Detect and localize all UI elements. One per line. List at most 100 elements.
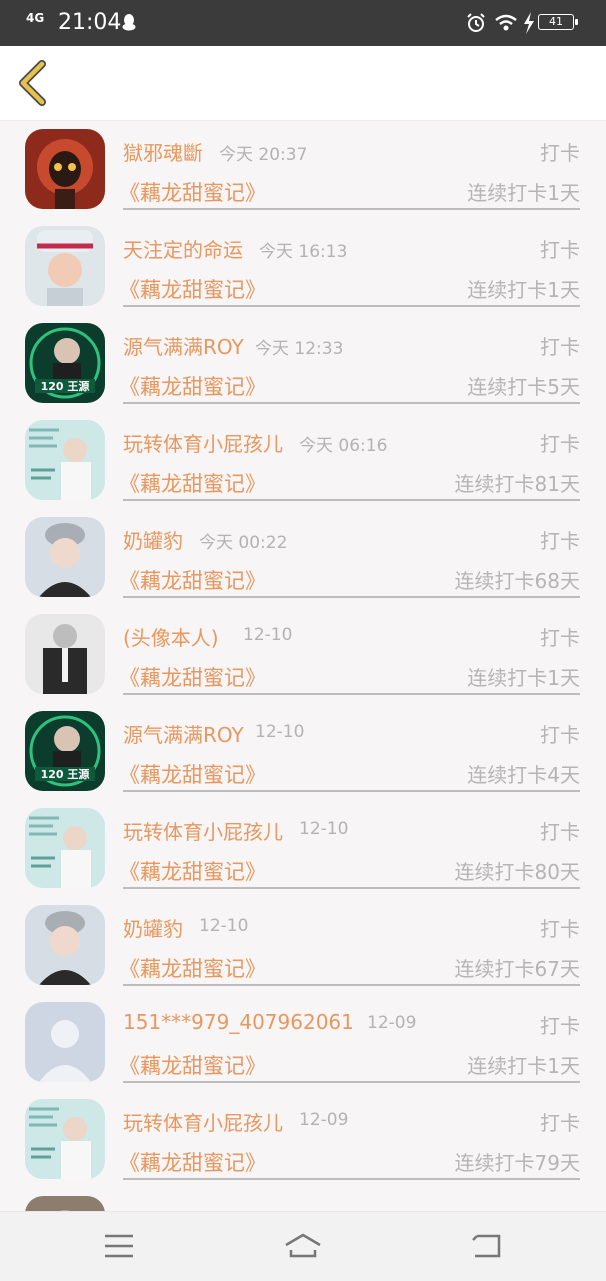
book-title-link[interactable]: 《藕龙甜蜜记》 — [119, 565, 266, 595]
book-title-link[interactable]: 《藕龙甜蜜记》 — [119, 177, 266, 207]
checkin-time: 今天 06:16 — [299, 436, 388, 456]
book-title-link[interactable]: 《藕龙甜蜜记》 — [119, 274, 266, 304]
user-avatar[interactable] — [25, 517, 105, 597]
row-divider — [123, 887, 580, 889]
avatar-green-poster: 120 王源 — [25, 711, 105, 791]
checkin-list-item[interactable]: 151***979_407962061 12-09 打卡《藕龙甜蜜记》 连续打卡1天 — [0, 994, 606, 1091]
streak-count: 连续打卡1天 — [467, 666, 580, 690]
book-title-link[interactable]: 《藕龙甜蜜记》 — [119, 953, 266, 983]
checkin-time: 12-10 — [243, 625, 293, 645]
status-time: 21:04 — [58, 10, 122, 35]
user-avatar[interactable] — [25, 905, 105, 985]
streak-count: 连续打卡1天 — [467, 181, 580, 205]
avatar-default — [25, 1002, 105, 1082]
user-avatar[interactable] — [25, 1002, 105, 1082]
checkin-time: 12-10 — [299, 819, 349, 839]
streak-count: 连续打卡68天 — [454, 569, 580, 593]
checkin-list[interactable]: 獄邪魂斷 今天 20:37 打卡 《藕龙甜蜜记》 连续打卡1天 天注定的命运 今天 16:1… — [0, 121, 606, 1211]
checkin-time: 12-09 — [299, 1110, 349, 1130]
user-avatar[interactable] — [25, 420, 105, 500]
checkin-list-item[interactable]: 玩转体育小屁孩儿 12-10 打卡《藕龙甜蜜记》 连续打卡80天 — [0, 800, 606, 897]
checkin-action-label: 打卡 — [540, 1014, 580, 1038]
checkin-list-item[interactable]: 玩转体育小屁孩儿 12-09 打卡《藕龙甜蜜记》 连续打卡79天 — [0, 1091, 606, 1188]
checkin-list-item[interactable]: 天注定的命运 今天 16:13 打卡 《藕龙甜蜜记》 连续打卡1天 — [0, 218, 606, 315]
user-name[interactable]: (头像本人) — [123, 622, 219, 651]
checkin-action-label: 打卡 — [540, 335, 580, 359]
user-name[interactable]: 奶罐豹 — [123, 913, 183, 942]
user-avatar[interactable] — [25, 808, 105, 888]
user-avatar[interactable] — [25, 614, 105, 694]
user-name[interactable]: 玩转体育小屁孩儿 — [123, 1107, 283, 1136]
user-name[interactable]: 天注定的命运 — [123, 234, 243, 263]
user-avatar[interactable] — [25, 1099, 105, 1179]
row-divider — [123, 402, 580, 404]
alarm-icon — [467, 13, 485, 32]
charging-icon — [524, 12, 534, 34]
menu-icon[interactable] — [99, 1228, 139, 1264]
checkin-time: 今天 12:33 — [255, 339, 344, 359]
checkin-time: 今天 16:13 — [259, 242, 348, 262]
status-bar: 4G 21:04 41 — [0, 0, 606, 46]
user-name[interactable]: 151***979_407962061 — [123, 1010, 354, 1034]
avatar-partial — [25, 1196, 105, 1211]
avatar-green-poster: 120 王源 — [25, 323, 105, 403]
book-title-link[interactable]: 《藕龙甜蜜记》 — [119, 371, 266, 401]
book-title-link[interactable]: 《藕龙甜蜜记》 — [119, 759, 266, 789]
checkin-action-label: 打卡 — [540, 1111, 580, 1135]
checkin-list-item[interactable]: 奶罐豹 今天 00:22 打卡 《藕龙甜蜜记》 连续打卡68天 — [0, 509, 606, 606]
checkin-list-item[interactable]: 奶罐豹 12-10 打卡 《藕龙甜蜜记》 连续打卡67天 — [0, 897, 606, 994]
checkin-action-label: 打卡 — [540, 432, 580, 456]
user-avatar[interactable]: 120 王源 — [25, 711, 105, 791]
checkin-list-item[interactable]: 120 王源 源气满满ROY 12-10 打卡 《藕龙甜蜜记》 连续打卡4天 — [0, 703, 606, 800]
row-divider — [123, 499, 580, 501]
streak-count: 连续打卡1天 — [467, 1054, 580, 1078]
checkin-list-item[interactable] — [0, 1188, 606, 1211]
avatar-teal-poster — [25, 1099, 105, 1179]
avatar-red-mask — [25, 129, 105, 209]
user-name[interactable]: 源气满满ROY — [123, 331, 244, 360]
checkin-action-label: 打卡 — [540, 626, 580, 650]
checkin-time: 今天 00:22 — [199, 533, 288, 553]
checkin-list-item[interactable]: 玩转体育小屁孩儿 今天 06:16 打卡 《藕龙甜蜜记》 连续打卡81天 — [0, 412, 606, 509]
book-title-link[interactable]: 《藕龙甜蜜记》 — [119, 856, 266, 886]
wifi-icon — [495, 14, 517, 31]
user-avatar[interactable] — [25, 226, 105, 306]
row-divider — [123, 208, 580, 210]
user-name[interactable]: 奶罐豹 — [123, 525, 183, 554]
avatar-bw-suit — [25, 614, 105, 694]
checkin-time: 12-09 — [367, 1013, 417, 1033]
streak-count: 连续打卡5天 — [467, 375, 580, 399]
qq-penguin-icon — [122, 14, 136, 31]
checkin-list-item[interactable]: 獄邪魂斷 今天 20:37 打卡 《藕龙甜蜜记》 连续打卡1天 — [0, 121, 606, 218]
return-icon[interactable] — [467, 1228, 507, 1264]
book-title-link[interactable]: 《藕龙甜蜜记》 — [119, 468, 266, 498]
svg-text:120 王源: 120 王源 — [41, 767, 90, 781]
home-icon[interactable] — [283, 1228, 323, 1264]
checkin-action-label: 打卡 — [540, 820, 580, 844]
chevron-left-icon[interactable] — [14, 60, 54, 106]
book-title-link[interactable]: 《藕龙甜蜜记》 — [119, 1147, 266, 1177]
battery-level: 41 — [549, 15, 563, 28]
row-divider — [123, 790, 580, 792]
header-bar — [0, 46, 606, 121]
book-title-link[interactable]: 《藕龙甜蜜记》 — [119, 1050, 266, 1080]
user-name[interactable]: 源气满满ROY — [123, 719, 244, 748]
user-avatar[interactable] — [25, 1196, 105, 1211]
user-avatar[interactable] — [25, 129, 105, 209]
checkin-list-item[interactable]: (头像本人) 12-10 打卡《藕龙甜蜜记》 连续打卡1天 — [0, 606, 606, 703]
checkin-list-item[interactable]: 120 王源 源气满满ROY 今天 12:33 打卡《藕龙甜蜜记》 连续打卡5天 — [0, 315, 606, 412]
streak-count: 连续打卡1天 — [467, 278, 580, 302]
streak-count: 连续打卡79天 — [454, 1151, 580, 1175]
row-divider — [123, 1081, 580, 1083]
svg-text:120 王源: 120 王源 — [41, 379, 90, 393]
user-name[interactable]: 玩转体育小屁孩儿 — [123, 816, 283, 845]
avatar-teal-poster — [25, 808, 105, 888]
battery-indicator: 41 — [538, 14, 578, 30]
avatar-beanie — [25, 517, 105, 597]
row-divider — [123, 305, 580, 307]
user-avatar[interactable]: 120 王源 — [25, 323, 105, 403]
user-name[interactable]: 獄邪魂斷 — [123, 137, 203, 166]
book-title-link[interactable]: 《藕龙甜蜜记》 — [119, 662, 266, 692]
user-name[interactable]: 玩转体育小屁孩儿 — [123, 428, 283, 457]
streak-count: 连续打卡80天 — [454, 860, 580, 884]
